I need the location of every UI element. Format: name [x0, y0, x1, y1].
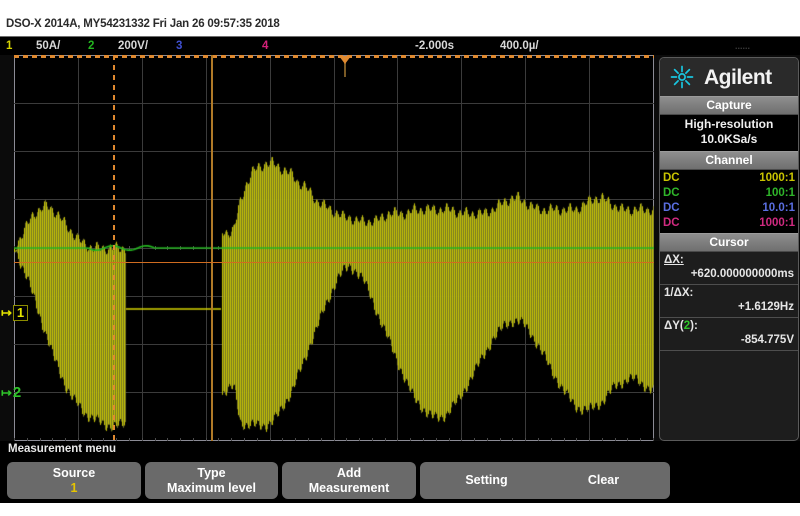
status-ch4-number[interactable]: 4 — [262, 39, 268, 54]
softkey-type[interactable]: Type Maximum level — [145, 462, 278, 499]
channel-section-body: DC 1000:1 DC 100:1 DC 10.0:1 DC 1000:1 — [660, 170, 798, 233]
cursor-y-line[interactable] — [14, 262, 654, 263]
capture-section-body: High-resolution 10.0KSa/s — [660, 115, 798, 151]
cursor-dy-value: -854.775V — [740, 334, 794, 346]
menu-title-bar: Measurement menu — [0, 441, 800, 457]
instrument-title: DSO-X 2014A, MY54231332 Fri Jan 26 09:57… — [6, 18, 280, 30]
cursor-section-body: ΔX: +620.000000000ms 1/ΔX: +1.6129Hz ΔY(… — [660, 252, 798, 403]
channel-probe-ratio: 10.0:1 — [762, 202, 795, 214]
softkey-line1: Clear — [587, 473, 620, 487]
channel-1-ground-marker[interactable]: ↦ 1 — [1, 305, 29, 321]
cursor-dx-label: ΔX: — [664, 254, 684, 266]
softkey-bar: Source 1 Type Maximum level Add Measurement Se… — [0, 457, 800, 503]
trigger-marker-stem — [344, 63, 346, 77]
scope-display-area: ↦ 1 ↦2 Agilent Capture High-resolution 1… — [0, 55, 800, 441]
cursor-invdx-block: 1/ΔX: +1.6129Hz — [660, 285, 798, 318]
cursor-section-header: Cursor — [660, 233, 798, 252]
bottom-margin — [0, 503, 800, 516]
oscilloscope-screen: DSO-X 2014A, MY54231332 Fri Jan 26 09:57… — [0, 0, 800, 516]
channel-section-header: Channel — [660, 151, 798, 170]
side-info-panel: Agilent Capture High-resolution 10.0KSa/… — [659, 57, 799, 441]
channel-row[interactable]: DC 10.0:1 — [663, 201, 795, 216]
channel-1-marker-label: 1 — [12, 305, 29, 321]
status-bar: 1 50A/ 2 200V/ 3 4 -2.000s 400.0µ/ .....… — [0, 36, 800, 56]
softkey-setting[interactable]: Setting — [420, 462, 553, 499]
capture-section-header: Capture — [660, 96, 798, 115]
status-ch3-number[interactable]: 3 — [176, 39, 182, 54]
channel-coupling: DC — [663, 217, 680, 229]
cursor-dy-label-post: ): — [690, 320, 698, 332]
graticule[interactable] — [14, 55, 654, 441]
channel-probe-ratio: 1000:1 — [759, 172, 795, 184]
softkey-line1: Type — [197, 465, 226, 480]
cursor-invdx-label: 1/ΔX: — [664, 287, 694, 299]
channel-row[interactable]: DC 1000:1 — [663, 216, 795, 231]
status-ch1-number[interactable]: 1 — [6, 39, 12, 54]
capture-sample-rate: 10.0KSa/s — [700, 132, 758, 146]
channel-coupling: DC — [663, 202, 680, 214]
status-faint-text: ...... — [735, 41, 751, 51]
softkey-line2: 1 — [70, 480, 78, 495]
softkey-clear[interactable]: Clear — [537, 462, 670, 499]
channel-2-ground-marker[interactable]: ↦2 — [1, 384, 22, 401]
cursor-dx-block: ΔX: +620.000000000ms — [660, 252, 798, 285]
status-timebase[interactable]: 400.0µ/ — [500, 39, 539, 54]
softkey-line2: Maximum level — [167, 480, 256, 495]
cursor-x2-line[interactable] — [211, 55, 213, 441]
channel-probe-ratio: 1000:1 — [759, 217, 795, 229]
channel-coupling: DC — [663, 172, 680, 184]
cursor-empty-space — [660, 351, 798, 403]
channel-coupling: DC — [663, 187, 680, 199]
status-ch2-scale[interactable]: 200V/ — [118, 39, 148, 54]
cursor-dy-label: ΔY(2): — [664, 319, 794, 333]
capture-mode: High-resolution — [684, 117, 774, 131]
cursor-dy-block: ΔY(2): -854.775V — [660, 318, 798, 351]
status-ch2-number[interactable]: 2 — [88, 39, 94, 54]
channel-row[interactable]: DC 1000:1 — [663, 171, 795, 186]
brand-logo-area: Agilent — [660, 58, 798, 96]
cursor-x1-line[interactable] — [113, 55, 115, 441]
brand-name: Agilent — [704, 66, 772, 89]
agilent-star-icon — [670, 65, 694, 89]
channel-probe-ratio: 100:1 — [765, 187, 795, 199]
trigger-reference-line — [14, 55, 654, 58]
softkey-line1: Add — [336, 465, 362, 480]
status-delay[interactable]: -2.000s — [415, 39, 454, 54]
channel-1-arrow-icon: ↦ — [1, 305, 12, 320]
softkey-line2: Measurement — [308, 480, 390, 495]
softkey-line1: Setting — [465, 473, 508, 487]
trigger-marker-icon[interactable] — [339, 56, 351, 64]
softkey-add[interactable]: Add Measurement — [282, 462, 416, 499]
softkey-source[interactable]: Source 1 — [7, 462, 141, 499]
channel-2-arrow-icon: ↦ — [1, 385, 12, 400]
softkey-line1: Source — [52, 465, 96, 480]
waveform-canvas — [14, 55, 654, 441]
cursor-dy-label-pre: ΔY( — [664, 320, 684, 332]
menu-title: Measurement menu — [8, 443, 117, 455]
status-ch1-scale[interactable]: 50A/ — [36, 39, 60, 54]
cursor-dx-value: +620.000000000ms — [690, 268, 794, 280]
title-bar: DSO-X 2014A, MY54231332 Fri Jan 26 09:57… — [0, 0, 800, 36]
channel-row[interactable]: DC 100:1 — [663, 186, 795, 201]
channel-2-marker-label: 2 — [12, 384, 22, 401]
cursor-invdx-value: +1.6129Hz — [738, 301, 794, 313]
